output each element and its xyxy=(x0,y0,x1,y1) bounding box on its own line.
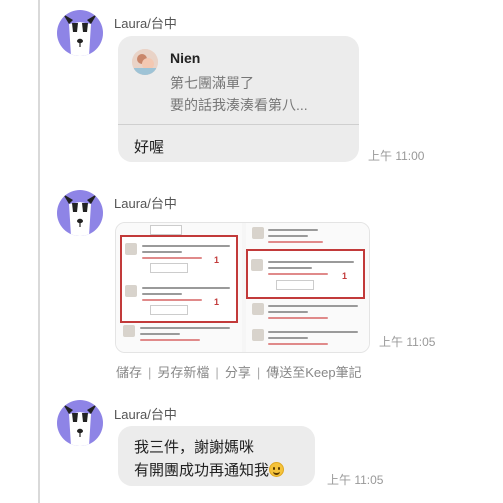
chat-left-border xyxy=(38,0,40,503)
order-screenshot-image[interactable]: 1 1 1 xyxy=(115,222,370,353)
quoted-user-avatar xyxy=(132,49,158,75)
sender-name: Laura/台中 xyxy=(114,196,177,211)
message-timestamp: 上午 11:00 xyxy=(368,149,425,163)
screenshot-product-row: 1 xyxy=(122,239,236,273)
quoted-text-line: 要的話我湊湊看第八... xyxy=(170,97,308,113)
reply-message-bubble[interactable]: Nien 第七團滿單了 要的話我湊湊看第八... 好喔 xyxy=(118,36,359,162)
quoted-message[interactable]: Nien 第七團滿單了 要的話我湊湊看第八... xyxy=(118,36,359,125)
message-text: 好喔 xyxy=(134,139,165,156)
dog-avatar-icon[interactable] xyxy=(57,400,103,446)
action-separator: | xyxy=(148,365,152,380)
screenshot-stepper xyxy=(150,225,182,235)
dog-face-icon xyxy=(63,194,97,236)
dog-face-icon xyxy=(63,14,97,56)
save-as-button[interactable]: 另存新檔 xyxy=(157,365,209,380)
message-timestamp: 上午 11:05 xyxy=(379,335,436,349)
message-text-line: 有開團成功再通知我 xyxy=(134,459,285,480)
screenshot-left-column: 1 1 xyxy=(116,223,242,352)
share-button[interactable]: 分享 xyxy=(225,365,251,380)
action-separator: | xyxy=(215,365,219,380)
screenshot-product-row xyxy=(120,323,238,352)
screenshot-product-row: 1 xyxy=(248,255,363,290)
sender-name: Laura/台中 xyxy=(114,407,177,422)
quoted-text-line: 第七團滿單了 xyxy=(170,75,254,91)
smiling-face-icon xyxy=(269,462,285,477)
screenshot-highlight-box: 1 xyxy=(246,249,365,299)
message-text: 有開團成功再通知我 xyxy=(134,462,270,479)
message-timestamp: 上午 11:05 xyxy=(327,473,384,487)
quoted-user-name: Nien xyxy=(170,50,201,66)
screenshot-right-column: 1 xyxy=(246,223,369,352)
dog-face-icon xyxy=(63,404,97,446)
text-message-bubble[interactable]: 我三件，謝謝媽咪 有開團成功再通知我 xyxy=(118,426,315,486)
screenshot-product-row: 1 xyxy=(122,281,236,315)
save-button[interactable]: 儲存 xyxy=(116,365,142,380)
screenshot-highlight-box: 1 1 xyxy=(120,235,238,323)
dog-avatar-icon[interactable] xyxy=(57,190,103,236)
dog-avatar-icon[interactable] xyxy=(57,10,103,56)
image-action-bar: 儲存 | 另存新檔 | 分享 | 傳送至Keep筆記 xyxy=(116,362,362,381)
screenshot-product-row xyxy=(250,327,365,352)
message-text-line: 我三件，謝謝媽咪 xyxy=(134,439,255,456)
send-to-keep-button[interactable]: 傳送至Keep筆記 xyxy=(266,365,361,380)
sender-name: Laura/台中 xyxy=(114,16,177,31)
action-separator: | xyxy=(256,365,261,380)
